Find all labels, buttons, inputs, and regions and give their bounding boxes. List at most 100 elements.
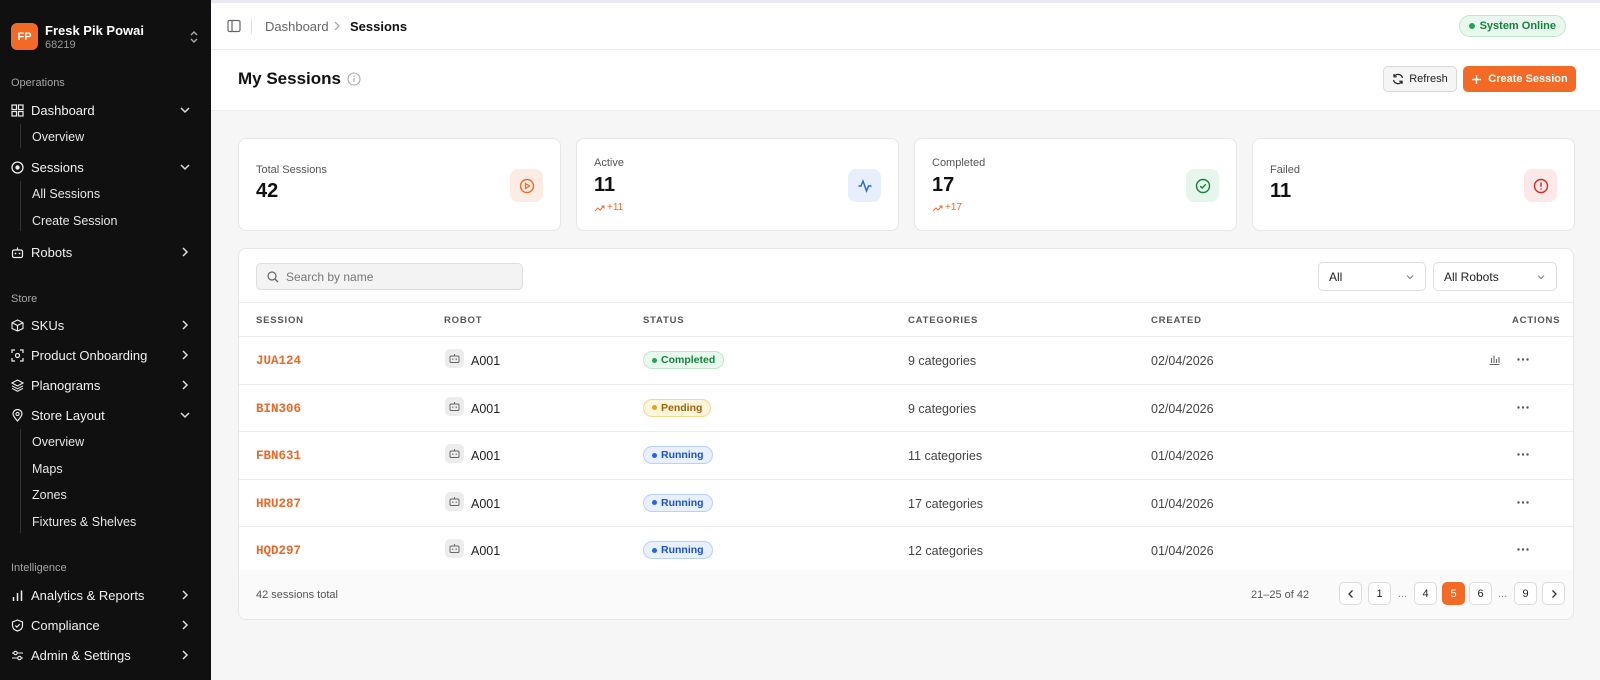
create-session-button[interactable]: Create Session [1463,66,1576,92]
chevron-down-icon [1536,272,1546,282]
sidebar-item-overview[interactable]: Overview [32,130,84,144]
sidebar-item-product-onboarding[interactable]: Product Onboarding [11,342,201,368]
stat-card-failed: Failed 11 [1252,138,1575,231]
page-button[interactable]: 6 [1469,582,1492,605]
sidebar-item-sessions[interactable]: Sessions [11,154,201,180]
column-header-robot[interactable]: ROBOT [444,315,482,326]
session-link[interactable]: HRU287 [256,497,301,511]
scan-icon [11,348,24,362]
next-page-button[interactable] [1542,582,1565,605]
more-options-icon[interactable] [1516,448,1530,461]
sidebar-item-analytics[interactable]: Analytics & Reports [11,582,201,608]
created-date: 01/04/2026 [1151,544,1214,558]
column-header-actions: ACTIONS [1512,315,1561,326]
sidebar-item-layout-overview[interactable]: Overview [32,435,84,449]
sidebar-item-fixtures[interactable]: Fixtures & Shelves [32,515,136,529]
stat-label: Total Sessions [256,164,327,176]
sidebar-item-zones[interactable]: Zones [32,488,67,502]
chevron-down-icon [179,104,191,116]
more-options-icon[interactable] [1516,353,1530,366]
play-circle-icon [11,160,24,174]
status-filter-select[interactable]: All [1318,262,1426,291]
session-link[interactable]: JUA124 [256,354,301,368]
sidebar-item-create-session[interactable]: Create Session [32,214,117,228]
sidebar-item-maps[interactable]: Maps [32,462,63,476]
table-row[interactable]: HRU287 A001 Running 17 categories 01/04/… [239,480,1573,527]
status-text: Running [661,449,704,461]
robot-icon [445,349,464,368]
table-row[interactable]: BIN306 A001 Pending 9 categories 02/04/2… [239,385,1573,432]
more-options-icon[interactable] [1516,543,1530,556]
sidebar-item-label: Analytics & Reports [31,587,145,603]
refresh-label: Refresh [1409,73,1448,85]
sidebar-toggle-icon[interactable] [227,19,241,33]
column-header-categories[interactable]: CATEGORIES [908,315,978,326]
sidebar-item-compliance[interactable]: Compliance [11,612,201,638]
session-link[interactable]: BIN306 [256,402,301,416]
sidebar-item-label: SKUs [31,317,65,333]
sidebar-item-planograms[interactable]: Planograms [11,372,201,398]
more-options-icon[interactable] [1516,496,1530,509]
page-button[interactable]: 1 [1368,582,1391,605]
robot-icon [11,246,24,259]
store-id: 68219 [45,39,76,51]
session-link[interactable]: HQD297 [256,544,301,558]
column-header-status[interactable]: STATUS [643,315,684,326]
store-name: Fresk Pik Powai [45,23,144,38]
system-status-badge: System Online [1458,15,1566,37]
pagination-ellipsis: ... [1498,588,1508,600]
sidebar-item-admin[interactable]: Admin & Settings [11,642,201,668]
play-circle-icon [510,169,543,202]
analytics-icon[interactable] [1488,353,1501,366]
robot-filter-select[interactable]: All Robots [1433,262,1557,291]
sessions-total: 42 sessions total [256,589,338,601]
chevron-right-icon [179,619,191,631]
created-date: 01/04/2026 [1151,449,1214,463]
plus-icon [1471,74,1482,85]
robot-icon [445,491,464,511]
sidebar-item-skus[interactable]: SKUs [11,312,201,338]
status-dot-icon [652,452,657,458]
map-pin-icon [11,408,24,422]
column-header-session[interactable]: SESSION [256,315,304,326]
more-options-icon[interactable] [1516,401,1530,414]
sidebar-item-dashboard[interactable]: Dashboard [11,97,201,123]
sidebar-item-label: Compliance [31,617,100,633]
status-badge: Running [643,446,713,464]
sidebar-item-robots[interactable]: Robots [11,239,201,265]
status-text: System Online [1479,20,1556,32]
status-dot-icon [652,405,657,410]
table-row[interactable]: FBN631 A001 Running 11 categories 01/04/… [239,432,1573,480]
prev-page-button[interactable] [1339,582,1362,605]
robot-id: A001 [471,496,501,511]
trend-value: +17 [945,202,962,213]
column-header-created: CREATED [1151,315,1202,326]
page-button-current[interactable]: 5 [1442,582,1465,605]
search-box[interactable] [256,263,523,290]
store-switcher[interactable]: FP Fresk Pik Powai 68219 [11,22,201,52]
search-icon [267,270,279,283]
stat-value: 42 [256,180,279,202]
info-icon[interactable] [347,72,361,86]
sidebar-item-all-sessions[interactable]: All Sessions [32,187,100,201]
created-date: 02/04/2026 [1151,354,1214,368]
status-dot-icon [652,500,657,505]
chevrons-up-down-icon [187,28,201,46]
robot-filter-value: All Robots [1444,269,1499,284]
robot-id: A001 [471,544,501,558]
breadcrumb-dashboard[interactable]: Dashboard [265,19,329,34]
sidebar-item-label: Robots [31,244,73,260]
layers-icon [11,378,24,392]
stat-label: Active [594,157,624,169]
section-store: Store [11,293,38,305]
table-row[interactable]: HQD297 A001 Running 12 categories 01/04/… [239,527,1573,575]
categories-count: 9 categories [908,354,977,368]
search-input[interactable] [286,269,506,284]
page-button[interactable]: 9 [1514,582,1537,605]
refresh-button[interactable]: Refresh [1383,66,1457,92]
sidebar-item-store-layout[interactable]: Store Layout [11,402,201,428]
session-link[interactable]: FBN631 [256,449,301,463]
page-button[interactable]: 4 [1414,582,1437,605]
robot-icon [445,444,464,463]
table-row[interactable]: JUA124 A001 Completed 9 categories 02/04… [239,337,1573,385]
